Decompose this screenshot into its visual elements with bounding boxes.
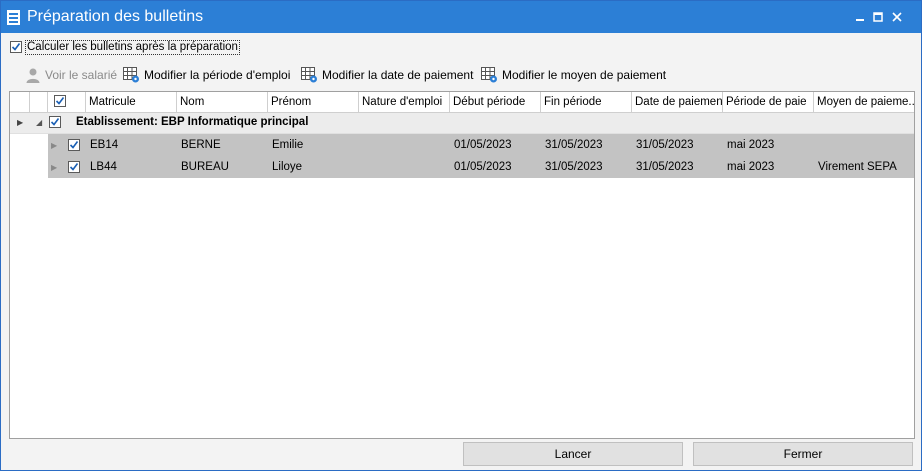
cell-debut: 01/05/2023 [454,139,512,151]
cell-fin: 31/05/2023 [545,139,603,151]
cell-matricule: EB14 [90,139,119,151]
expand-icon[interactable]: ▶ [51,141,57,150]
cell-nom: BERNE [181,139,221,151]
edit-payment-date-label: Modifier la date de paiement [322,68,474,82]
table-row[interactable]: ▶ EB14 BERNE Emilie 01/05/2023 31/05/202… [48,134,914,156]
grid-settings-icon [123,67,139,83]
edit-payment-method-label: Modifier le moyen de paiement [502,68,667,82]
select-all-checkbox[interactable] [54,94,66,107]
lancer-button[interactable]: Lancer [463,442,683,466]
edit-period-button[interactable]: Modifier la période d'emploi [123,64,290,86]
cell-moyen: Virement SEPA [818,161,897,173]
cell-date-paiement: 31/05/2023 [636,161,694,173]
row-checkbox[interactable] [68,139,80,151]
edit-payment-date-button[interactable]: Modifier la date de paiement [301,64,473,86]
column-header[interactable]: Début période [450,92,541,112]
window-title: Préparation des bulletins [27,8,204,25]
expand-icon[interactable]: ▶ [51,163,57,172]
group-checkbox[interactable] [49,116,61,128]
header-select-all[interactable] [48,92,86,112]
column-header[interactable]: Période de paie [723,92,814,112]
cell-debut: 01/05/2023 [454,161,512,173]
list-icon [7,10,20,25]
column-header[interactable]: Nom [177,92,268,112]
table-row[interactable]: ▶ LB44 BUREAU Liloye 01/05/2023 31/05/20… [48,156,914,178]
column-header[interactable]: Fin période [541,92,632,112]
edit-period-label: Modifier la période d'emploi [144,68,291,82]
user-icon [26,68,40,83]
group-row[interactable]: ▶ ◢ Etablissement: EBP Informatique prin… [10,113,914,134]
cell-fin: 31/05/2023 [545,161,603,173]
grid-header: Matricule Nom Prénom Nature d'emploi Déb… [10,92,914,113]
title-bar: Préparation des bulletins [1,1,921,33]
cell-matricule: LB44 [90,161,117,173]
cell-periode-paie: mai 2023 [727,139,775,151]
column-header[interactable]: Nature d'emploi [359,92,450,112]
view-employee-label: Voir le salarié [45,68,118,82]
fermer-button[interactable]: Fermer [693,442,913,466]
column-header[interactable]: Moyen de paieme... [814,92,914,112]
collapse-icon[interactable]: ◢ [36,118,42,127]
cell-periode-paie: mai 2023 [727,161,775,173]
employees-grid: Matricule Nom Prénom Nature d'emploi Déb… [9,91,915,439]
header-indicator [10,92,30,112]
edit-payment-method-button[interactable]: Modifier le moyen de paiement [481,64,666,86]
cell-nom: BUREAU [181,161,229,173]
dialog-window: Préparation des bulletins Calculer les b… [0,0,922,471]
row-checkbox[interactable] [68,161,80,173]
column-header[interactable]: Matricule [86,92,177,112]
grid-settings-icon [481,67,497,83]
group-label: Etablissement: EBP Informatique principa… [76,116,309,128]
calc-checkbox[interactable] [10,40,22,53]
minimize-icon[interactable] [853,10,867,24]
column-header[interactable]: Prénom [268,92,359,112]
cell-prenom: Liloye [272,161,303,173]
maximize-icon[interactable] [871,10,885,24]
column-header[interactable]: Date de paiement [632,92,723,112]
header-spacer [30,92,48,112]
grid-settings-icon [301,67,317,83]
toolbar: Voir le salarié Modifier la période d'em… [25,64,675,86]
cell-prenom: Emilie [272,139,304,151]
calc-option[interactable]: Calculer les bulletins après la préparat… [10,39,240,55]
view-employee-button[interactable]: Voir le salarié [25,64,117,86]
row-indicator-icon: ▶ [17,118,24,127]
calc-label: Calculer les bulletins après la préparat… [25,40,240,55]
cell-date-paiement: 31/05/2023 [636,139,694,151]
close-icon[interactable] [890,10,904,24]
